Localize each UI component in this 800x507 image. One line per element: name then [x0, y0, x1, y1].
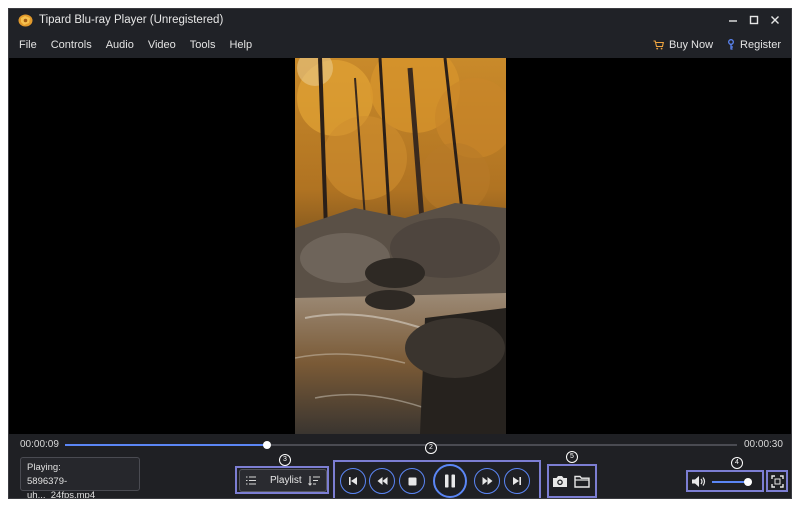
list-icon	[246, 476, 256, 485]
video-viewport[interactable]	[9, 58, 791, 434]
maximize-icon[interactable]	[743, 9, 764, 31]
open-folder-icon[interactable]	[574, 474, 590, 488]
volume-handle[interactable]	[744, 478, 752, 486]
total-time: 00:00:30	[744, 439, 783, 450]
fullscreen-icon[interactable]	[770, 474, 784, 488]
skip-next-button[interactable]	[504, 468, 530, 494]
buy-now-link[interactable]: Buy Now	[653, 39, 713, 51]
volume-slider[interactable]	[712, 478, 752, 486]
playlist-button[interactable]: Playlist	[239, 469, 327, 492]
seek-handle[interactable]	[262, 441, 271, 449]
register-link[interactable]: Register	[727, 39, 781, 51]
annotation-badge-4: 4	[731, 457, 743, 469]
close-icon[interactable]	[764, 9, 785, 31]
buy-now-label: Buy Now	[669, 38, 714, 51]
rewind-icon	[377, 477, 387, 485]
volume-level	[712, 481, 748, 483]
skip-next-icon	[513, 477, 521, 485]
stop-icon	[408, 477, 416, 485]
playing-label: Playing:	[27, 462, 61, 473]
stop-button[interactable]	[399, 468, 425, 494]
menu-audio[interactable]: Audio	[106, 39, 134, 51]
seek-progress	[65, 444, 267, 446]
title-bar: Tipard Blu-ray Player (Unregistered)	[9, 9, 791, 31]
minimize-icon[interactable]	[722, 9, 743, 31]
skip-previous-icon	[349, 477, 357, 485]
playlist-label: Playlist	[270, 475, 302, 486]
pause-icon	[445, 474, 455, 488]
annotation-badge-5: 5	[566, 451, 578, 463]
annotation-badge-2: 2	[425, 442, 437, 454]
fast-forward-icon	[482, 477, 492, 485]
elapsed-time: 00:00:09	[20, 439, 59, 450]
volume-icon[interactable]	[691, 475, 707, 488]
now-playing-box: Playing: 5896379-uh..._24fps.mp4	[20, 457, 140, 498]
seek-bar[interactable]	[65, 441, 737, 449]
register-label: Register	[740, 38, 781, 51]
window-title: Tipard Blu-ray Player (Unregistered)	[39, 14, 224, 26]
snapshot-camera-icon[interactable]	[552, 474, 568, 488]
control-panel: 00:00:09 00:00:30 Playing: 5896379-uh...…	[9, 434, 791, 498]
cart-icon	[653, 39, 664, 49]
playing-file-name: 5896379-uh..._24fps.mp4	[27, 476, 96, 499]
menu-help[interactable]: Help	[229, 39, 252, 51]
annotation-badge-3: 3	[279, 454, 291, 466]
menu-video[interactable]: Video	[148, 39, 176, 51]
rewind-button[interactable]	[369, 468, 395, 494]
video-frame	[295, 58, 506, 434]
menu-controls[interactable]: Controls	[51, 39, 92, 51]
key-icon	[728, 39, 734, 50]
menu-bar: File Controls Audio Video Tools Help Buy…	[9, 31, 791, 58]
skip-previous-button[interactable]	[340, 468, 366, 494]
app-window: Tipard Blu-ray Player (Unregistered) Fil…	[8, 8, 792, 499]
pause-button[interactable]	[433, 464, 467, 498]
app-logo-icon	[18, 14, 33, 27]
fast-forward-button[interactable]	[474, 468, 500, 494]
menu-tools[interactable]: Tools	[190, 39, 216, 51]
menu-file[interactable]: File	[19, 39, 37, 51]
sort-icon[interactable]	[308, 475, 320, 486]
